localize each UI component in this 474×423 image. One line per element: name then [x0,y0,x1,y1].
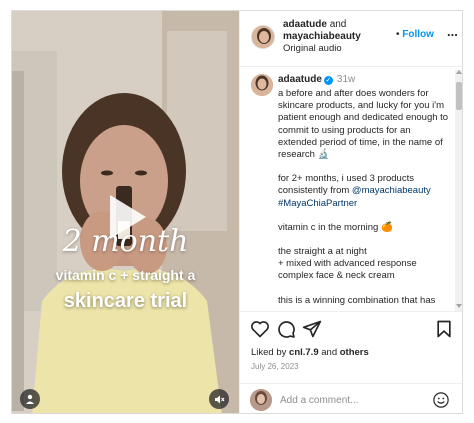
caption-paragraph: the straight a at night + mixed with adv… [278,246,450,283]
avatar-image [252,26,274,48]
liked-by-user[interactable]: cnl.7.9 [289,347,319,358]
play-icon[interactable] [106,193,148,241]
actions-bar: Liked by cnl.7.9 and others July 26, 202… [240,311,462,383]
comment-icon[interactable] [276,319,296,339]
header-text: adaatude and mayachiabeauty Original aud… [283,19,361,55]
author-username-2[interactable]: mayachiabeauty [283,31,361,43]
likes-prefix: Liked by [251,347,287,358]
overlay-headline: skincare trial [63,290,188,312]
verified-badge-icon: ✓ [323,76,333,85]
caption-paragraph: this is a winning combination that has [278,294,436,306]
overlay-subtitle: vitamin c + straight a [55,267,196,283]
scroll-down-arrow-icon[interactable] [456,304,462,308]
tagged-users-button[interactable] [20,389,40,409]
caption-text-span: the straight a at night [278,246,367,258]
caption-section[interactable]: adaatude ✓ 31w a before and after does won… [240,68,462,311]
likes-and: and [321,347,338,358]
caption-header: adaatude ✓ 31w [278,74,355,85]
share-icon[interactable] [302,319,322,339]
add-comment-bar [240,383,462,413]
avatar-image [251,74,273,96]
caption-time[interactable]: 31w [337,74,355,85]
caption-text-span: + mixed with advanced response complex f… [278,258,417,282]
caption-paragraph: vitamin c in the morning 🍊 [278,221,393,233]
more-options-button[interactable]: ... [447,24,458,39]
author-avatar[interactable] [251,25,275,49]
smiley-icon[interactable] [432,391,450,409]
audio-label[interactable]: Original audio [283,43,361,55]
post-date[interactable]: July 26, 2023 [251,362,299,371]
follow-separator: • [396,29,400,40]
caption-paragraph: for 2+ months, i used 3 products consist… [278,173,450,210]
header-conjunction: and [329,19,347,30]
likes-others-link[interactable]: others [340,347,369,358]
video-panel[interactable]: 2 month vitamin c + straight a skincare … [12,11,239,413]
hashtag-link[interactable]: #MayaChiaPartner [278,198,357,209]
mute-button[interactable] [209,389,229,409]
caption-avatar[interactable] [251,74,273,96]
caption-text: a before and after does wonders for skin… [278,88,450,311]
post-details-panel: adaatude and mayachiabeauty Original aud… [239,11,462,413]
post-embed: 2 month vitamin c + straight a skincare … [11,10,463,414]
scrollbar-thumb[interactable] [456,82,462,110]
follow-button[interactable]: Follow [402,29,434,40]
mention-link[interactable]: @mayachiabeauty [352,185,431,196]
scroll-up-arrow-icon[interactable] [456,70,462,74]
bookmark-icon[interactable] [434,319,454,339]
caption-username[interactable]: adaatude [278,74,322,85]
follow-area: • Follow [396,29,434,40]
avatar-image [250,389,272,411]
comment-input[interactable] [280,392,430,408]
current-user-avatar [250,389,272,411]
post-header: adaatude and mayachiabeauty Original aud… [240,11,462,67]
likes-summary: Liked by cnl.7.9 and others [251,347,369,358]
heart-icon[interactable] [250,319,270,339]
caption-paragraph: a before and after does wonders for skin… [278,88,449,161]
author-username-1[interactable]: adaatude [283,19,327,30]
speaker-muted-icon [214,395,224,403]
person-icon [26,394,34,404]
